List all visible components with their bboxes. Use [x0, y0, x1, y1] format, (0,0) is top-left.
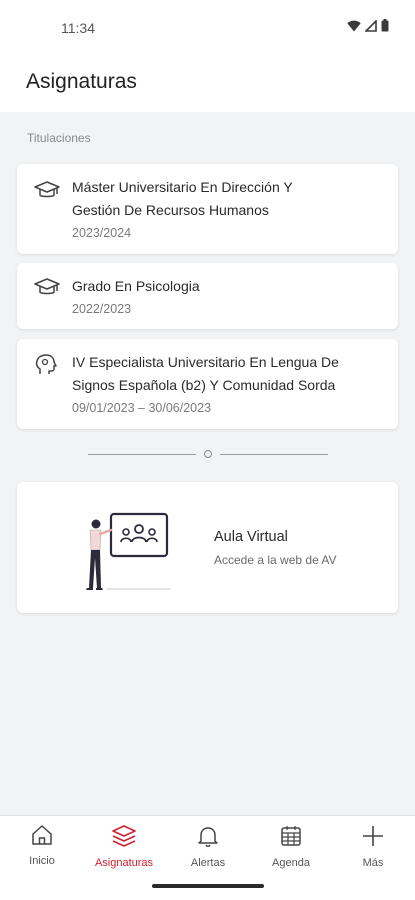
degree-period: 09/01/2023 – 30/06/2023	[72, 401, 212, 415]
divider-left	[88, 454, 196, 455]
status-time: 11:34	[61, 20, 95, 36]
divider-dot	[204, 450, 212, 458]
wifi-icon	[347, 20, 361, 31]
degree-card-especialista[interactable]: IV Especialista Universitario En Lengua …	[17, 339, 398, 429]
calendar-icon	[281, 826, 301, 846]
app-header: 11:34 Asignaturas	[0, 0, 415, 112]
nav-item-agenda[interactable]: Agenda	[256, 824, 326, 869]
nav-item-alertas[interactable]: Alertas	[173, 824, 243, 869]
degree-period: 2023/2024	[72, 226, 132, 240]
head-icon	[35, 354, 57, 374]
nav-label: Asignaturas	[94, 857, 154, 869]
teacher-illustration	[86, 512, 171, 590]
nav-label: Más	[362, 857, 384, 869]
degree-card-psicologia[interactable]: Grado En Psicologia 2022/2023	[17, 263, 398, 329]
aula-virtual-title: Aula Virtual	[214, 529, 288, 545]
plus-icon	[363, 826, 383, 846]
nav-item-inicio[interactable]: Inicio	[7, 824, 77, 867]
home-indicator[interactable]	[152, 884, 264, 888]
degree-title: Grado En Psicologia	[72, 278, 200, 294]
aula-virtual-subtitle: Accede a la web de AV	[214, 553, 337, 567]
home-icon	[32, 825, 52, 845]
nav-label: Inicio	[29, 855, 55, 867]
graduation-cap-icon	[34, 278, 60, 295]
nav-label: Alertas	[190, 857, 226, 869]
page-title: Asignaturas	[26, 70, 137, 93]
cellular-signal-icon	[365, 19, 377, 32]
nav-item-mas[interactable]: Más	[338, 824, 408, 869]
layers-icon	[112, 825, 136, 847]
status-icons	[347, 19, 389, 32]
section-label: Titulaciones	[27, 131, 91, 145]
bell-icon	[198, 827, 218, 847]
divider-right	[220, 454, 328, 455]
battery-icon	[381, 19, 389, 32]
nav-label: Agenda	[272, 857, 310, 869]
degree-period: 2022/2023	[72, 302, 132, 316]
nav-item-asignaturas[interactable]: Asignaturas	[89, 824, 159, 869]
degree-title: Máster Universitario En Dirección Y Gest…	[72, 179, 293, 218]
graduation-cap-icon	[34, 181, 60, 198]
aula-virtual-card[interactable]: Aula Virtual Accede a la web de AV	[17, 482, 398, 613]
degree-card-master[interactable]: Máster Universitario En Dirección Y Gest…	[17, 164, 398, 254]
degree-title: IV Especialista Universitario En Lengua …	[72, 354, 339, 393]
